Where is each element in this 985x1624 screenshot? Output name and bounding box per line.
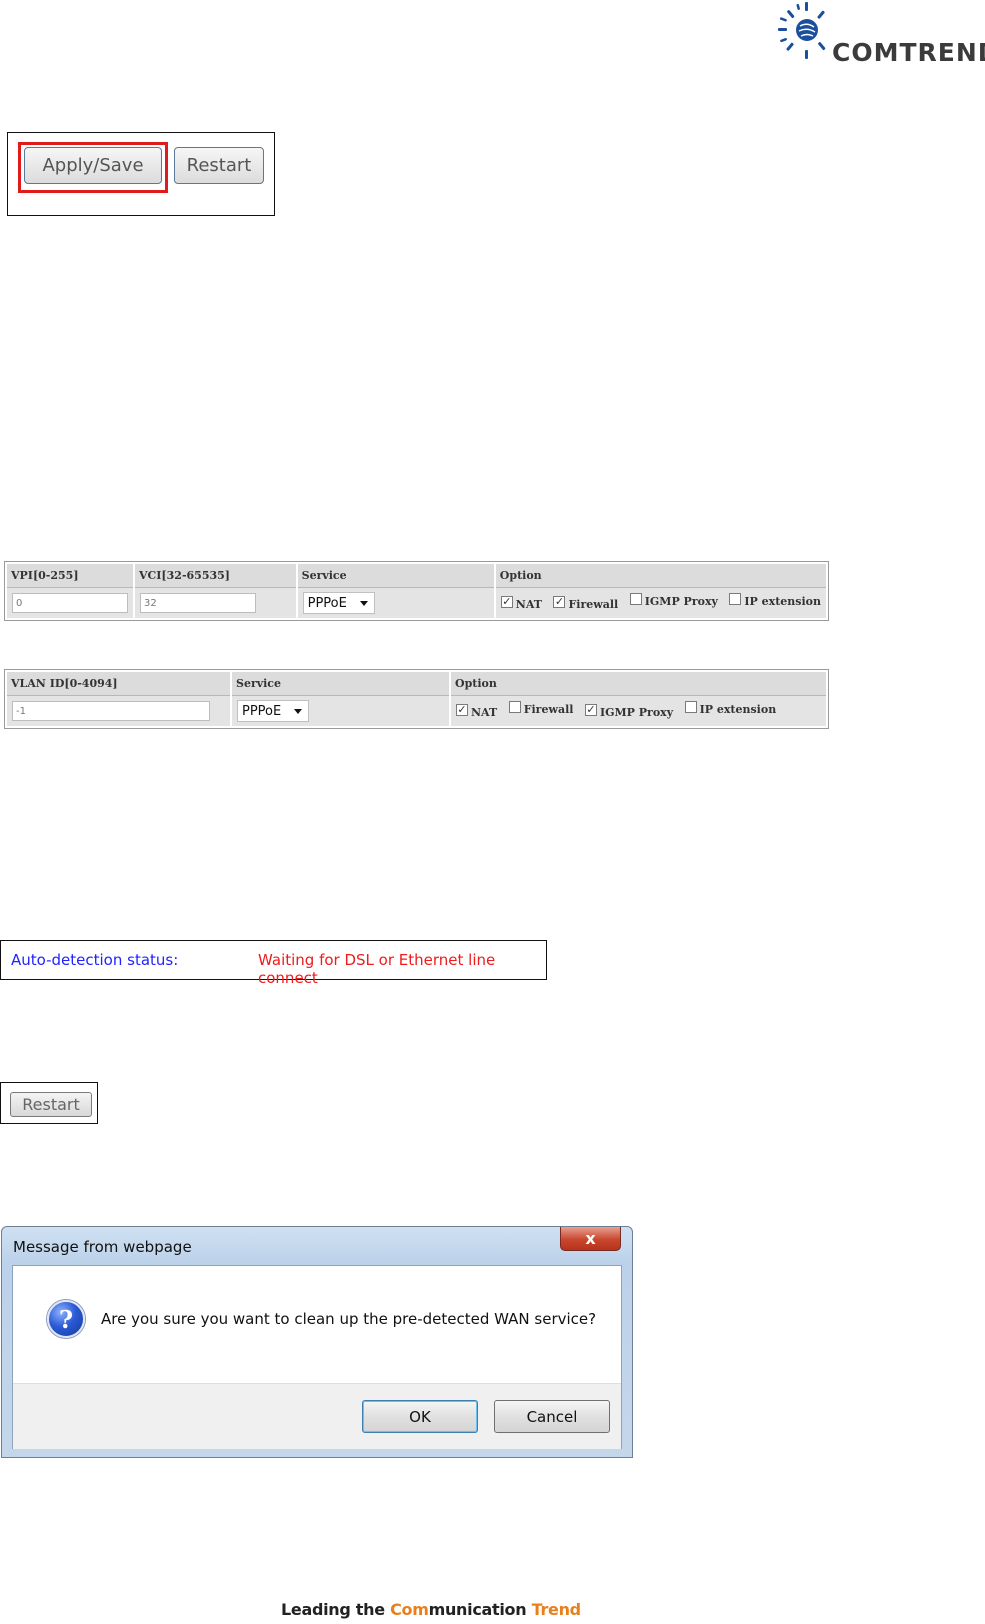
ip-extension-label: IP extension — [744, 595, 821, 608]
vlan-id-input[interactable]: -1 — [12, 701, 210, 721]
vpi-input[interactable]: 0 — [12, 593, 128, 613]
dropdown-arrow-icon — [359, 601, 368, 606]
tagline-part-2: Com — [390, 1600, 429, 1619]
vlan-nat-checkbox[interactable]: ✓ — [456, 703, 468, 716]
dialog-message: Are you sure you want to clean up the pr… — [101, 1310, 597, 1328]
message-dialog: Message from webpage x ? Are you sure yo… — [1, 1226, 633, 1458]
status-label: Auto-detection status: — [11, 951, 179, 969]
comtrend-starburst-icon — [778, 2, 826, 59]
vlan-service-select-value: PPPoE — [242, 703, 282, 719]
dialog-body: ? Are you sure you want to clean up the … — [12, 1265, 622, 1449]
close-icon[interactable]: x — [560, 1227, 621, 1251]
vlan-firewall-label: Firewall — [523, 703, 574, 716]
service-select[interactable]: PPPoE — [302, 592, 375, 614]
dialog-button-bar: OK Cancel — [13, 1383, 621, 1449]
vlan-option-header: Option — [449, 670, 828, 696]
vpi-header: VPI[0-255] — [5, 562, 135, 588]
vlan-service-header: Service — [230, 670, 451, 696]
vlan-nat-label: NAT — [471, 706, 498, 719]
vlan-table: VLAN ID[0-4094] Service Option -1 PPPoE … — [4, 669, 829, 729]
dialog-title: Message from webpage — [13, 1238, 192, 1256]
nat-label: NAT — [515, 598, 542, 611]
ok-button[interactable]: OK — [362, 1400, 478, 1433]
firewall-label: Firewall — [568, 598, 619, 611]
option-header: Option — [493, 562, 829, 588]
comtrend-logo: COMTREND — [776, 0, 985, 67]
vlan-id-header: VLAN ID[0-4094] — [5, 670, 232, 696]
service-select-value: PPPoE — [307, 595, 347, 611]
service-header: Service — [295, 562, 496, 588]
vlan-ip-extension-checkbox[interactable] — [684, 700, 697, 713]
vlan-firewall-checkbox[interactable] — [508, 700, 521, 713]
tagline-part-1: Leading the — [281, 1600, 391, 1619]
ip-extension-checkbox[interactable] — [729, 592, 742, 605]
question-icon: ? — [47, 1300, 85, 1338]
apply-save-button[interactable]: Apply/Save — [24, 147, 162, 184]
vlan-ip-extension-label: IP extension — [699, 703, 777, 716]
cancel-button[interactable]: Cancel — [494, 1400, 610, 1433]
vci-input[interactable]: 32 — [140, 593, 256, 613]
vlan-igmp-proxy-label: IGMP Proxy — [599, 706, 674, 719]
apply-save-panel: Apply/Save Restart — [7, 132, 275, 216]
brand-name: COMTREND — [832, 38, 985, 67]
nat-checkbox[interactable]: ✓ — [500, 595, 513, 608]
dropdown-arrow-icon — [294, 709, 302, 714]
firewall-checkbox[interactable]: ✓ — [553, 595, 566, 608]
restart-panel: Restart — [0, 1082, 98, 1124]
vlan-service-select[interactable]: PPPoE — [237, 700, 309, 722]
igmp-proxy-checkbox[interactable] — [629, 592, 642, 605]
restart-button-small[interactable]: Restart — [10, 1092, 92, 1117]
atm-pvc-table: VPI[0-255] VCI[32-65535] Service Option … — [4, 561, 829, 621]
tagline-part-3: munication — [428, 1600, 532, 1619]
tagline-part-4: Trend — [531, 1600, 582, 1619]
restart-button[interactable]: Restart — [174, 147, 264, 184]
vlan-igmp-proxy-checkbox[interactable]: ✓ — [584, 703, 597, 716]
status-value: Waiting for DSL or Ethernet line connect — [258, 951, 496, 987]
igmp-proxy-label: IGMP Proxy — [644, 595, 718, 608]
auto-detection-status: Auto-detection status: Waiting for DSL o… — [0, 940, 547, 987]
footer-tagline: Leading the Communication Trend — [281, 1600, 581, 1619]
vci-header: VCI[32-65535] — [133, 562, 298, 588]
